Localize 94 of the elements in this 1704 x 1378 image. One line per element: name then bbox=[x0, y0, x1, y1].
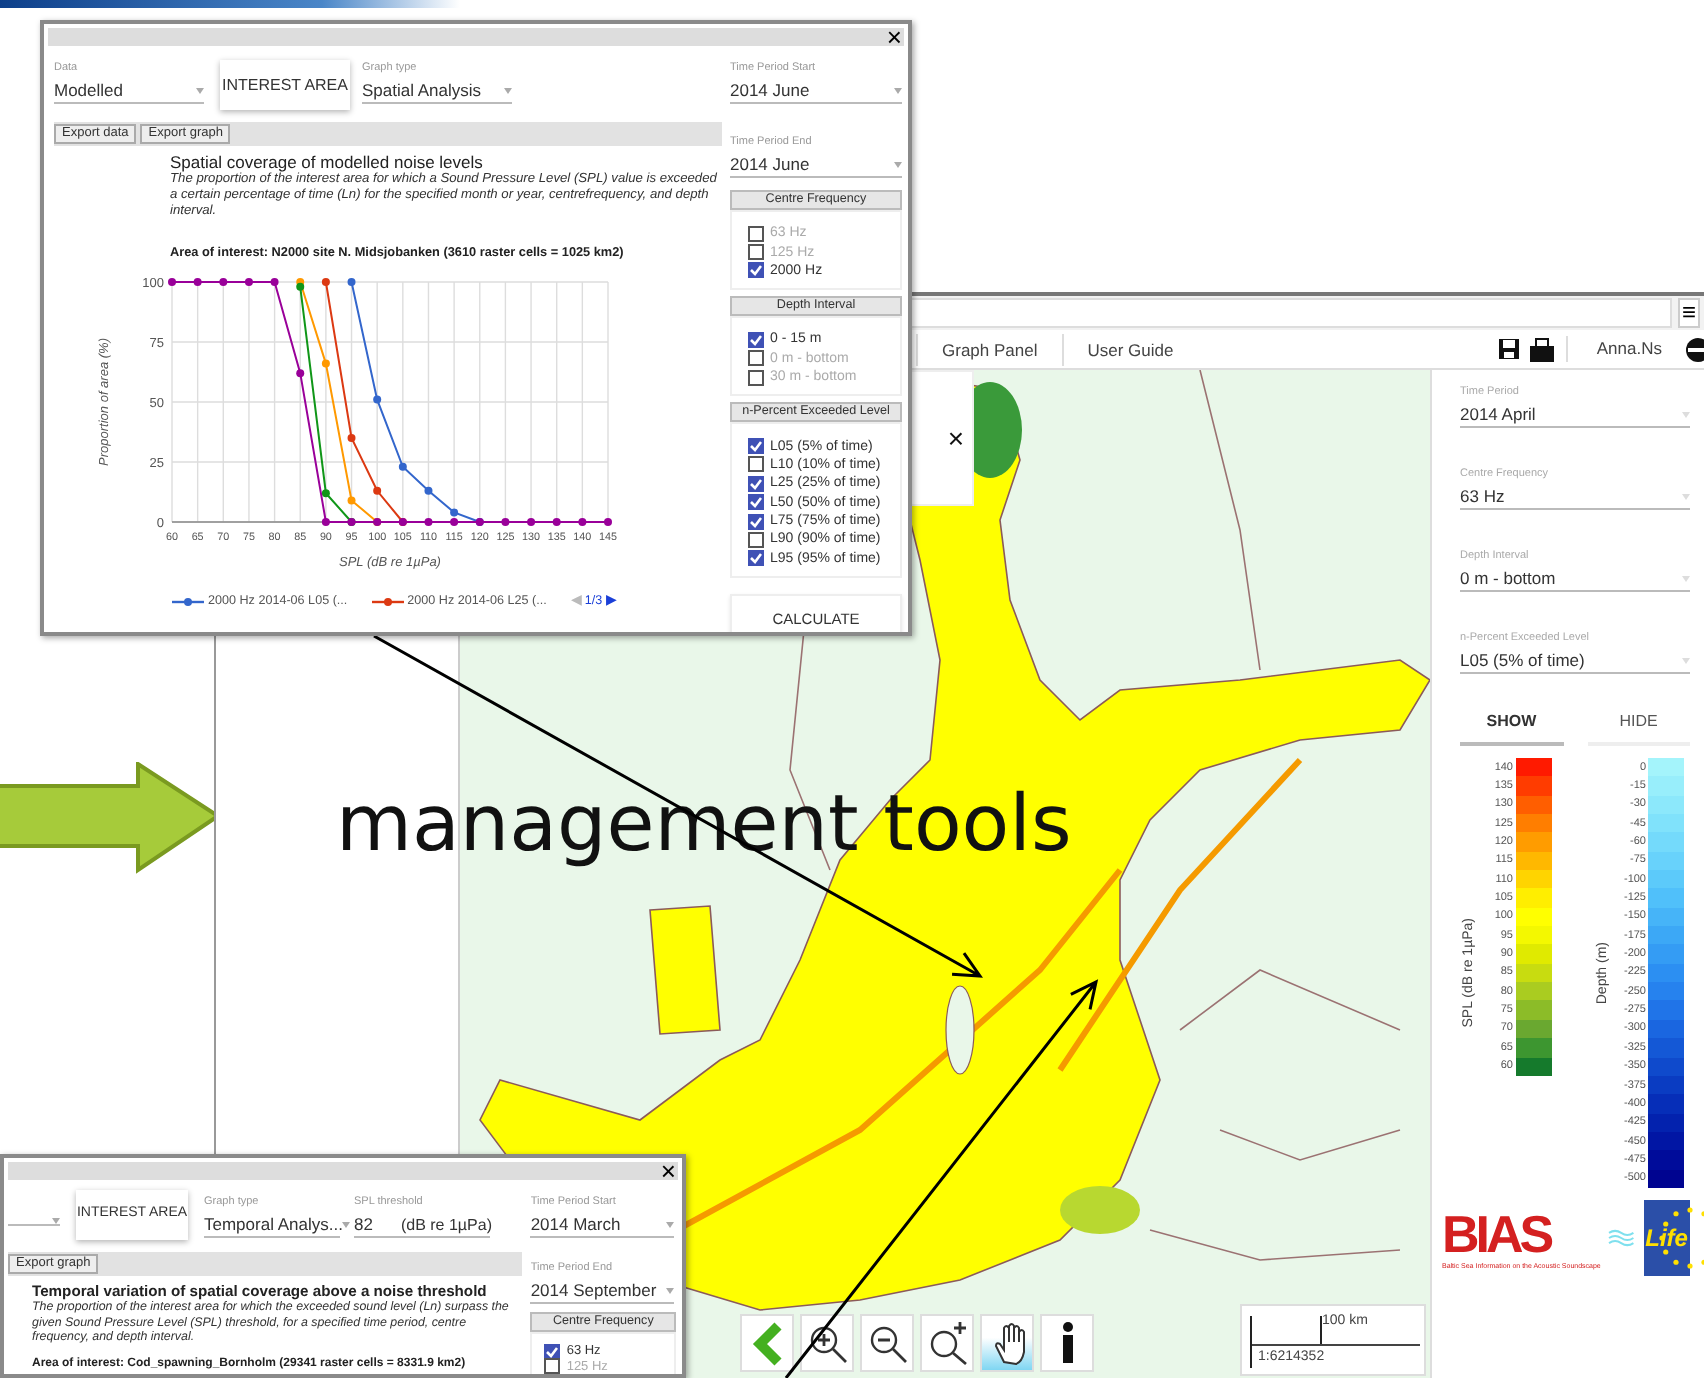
legend-marker bbox=[371, 595, 404, 608]
caret-icon bbox=[52, 1218, 60, 1224]
point bbox=[296, 368, 305, 377]
point bbox=[450, 517, 459, 526]
unit-label: (dB re 1µPa) bbox=[400, 1214, 492, 1236]
point bbox=[373, 486, 382, 495]
caret-icon bbox=[894, 88, 902, 94]
point bbox=[398, 462, 407, 471]
pan-button[interactable] bbox=[980, 1314, 1034, 1372]
dropdown[interactable]: 63 Hz bbox=[1460, 486, 1690, 510]
checkbox[interactable] bbox=[748, 550, 764, 567]
check-icon bbox=[750, 264, 762, 277]
dropdown[interactable]: Spatial Analysis bbox=[362, 80, 512, 104]
dropdown[interactable]: 2014 September bbox=[530, 1280, 675, 1304]
caret-icon bbox=[666, 1288, 675, 1294]
close-button[interactable]: × bbox=[658, 1162, 678, 1180]
point bbox=[604, 517, 612, 526]
point bbox=[168, 277, 176, 286]
dropdown[interactable]: 2014 June bbox=[730, 154, 902, 178]
caret-icon bbox=[1682, 658, 1690, 664]
close-button[interactable]: × bbox=[884, 28, 904, 46]
checkbox[interactable] bbox=[748, 531, 764, 548]
point bbox=[193, 277, 202, 286]
caret-icon bbox=[504, 88, 512, 94]
checkbox[interactable] bbox=[748, 262, 764, 279]
point bbox=[296, 282, 305, 291]
checkbox[interactable] bbox=[544, 1343, 561, 1360]
caret-icon bbox=[894, 162, 902, 168]
info-icon bbox=[1061, 1322, 1073, 1364]
checkbox[interactable] bbox=[748, 456, 764, 473]
checkbox[interactable] bbox=[748, 475, 764, 492]
point bbox=[270, 277, 279, 286]
point bbox=[373, 394, 382, 403]
dropdown[interactable]: 2014 June bbox=[730, 80, 902, 104]
nav-link[interactable]: Graph Panel bbox=[916, 333, 1062, 365]
point bbox=[424, 486, 433, 495]
zoom-in-icon bbox=[806, 1322, 848, 1364]
point bbox=[501, 517, 510, 526]
checkbox[interactable] bbox=[748, 494, 764, 511]
point bbox=[321, 517, 330, 526]
print-icon[interactable] bbox=[1530, 337, 1555, 361]
point bbox=[347, 277, 356, 286]
zoom-out-button[interactable] bbox=[860, 1314, 914, 1372]
tab[interactable]: HIDE bbox=[1587, 706, 1690, 746]
point bbox=[527, 517, 536, 526]
logo-text: Life bbox=[1645, 1221, 1688, 1256]
zoom-extent-button[interactable] bbox=[920, 1314, 974, 1372]
caret-icon bbox=[1682, 494, 1690, 500]
interest-area-button[interactable]: INTEREST AREA bbox=[220, 60, 350, 110]
point bbox=[321, 488, 330, 497]
search-field[interactable] bbox=[906, 298, 1672, 328]
point bbox=[321, 277, 330, 286]
caret-icon bbox=[1682, 412, 1690, 418]
zoom-extent-icon bbox=[926, 1321, 968, 1365]
caret-icon bbox=[196, 88, 204, 94]
check-icon bbox=[750, 333, 762, 346]
dropdown[interactable]: 2014 April bbox=[1460, 404, 1690, 428]
caret-icon bbox=[666, 1222, 675, 1228]
check-icon bbox=[546, 1345, 559, 1358]
legend-marker bbox=[172, 595, 204, 608]
check-icon bbox=[750, 552, 762, 565]
nav-link[interactable]: User Guide bbox=[1061, 333, 1198, 365]
dropdown[interactable]: 2014 March bbox=[530, 1214, 675, 1238]
point bbox=[244, 277, 253, 286]
dropdown[interactable]: Modelled bbox=[54, 80, 204, 104]
zoom-in-button[interactable] bbox=[800, 1314, 854, 1372]
checkbox[interactable] bbox=[748, 331, 764, 348]
checkbox[interactable] bbox=[748, 438, 764, 455]
close-button[interactable]: × bbox=[939, 372, 972, 504]
point bbox=[552, 517, 561, 526]
point bbox=[424, 517, 433, 526]
point bbox=[347, 495, 356, 504]
input-field[interactable]: 82 (dB re 1µPa) bbox=[354, 1214, 490, 1238]
back-icon bbox=[751, 1321, 783, 1365]
point bbox=[578, 517, 587, 526]
save-icon[interactable] bbox=[1498, 338, 1521, 360]
logo-text: BIAS bbox=[1442, 1205, 1552, 1262]
zoom-out-icon bbox=[866, 1322, 908, 1364]
dropdown[interactable]: 0 m - bottom bbox=[1460, 568, 1690, 592]
dropdown[interactable]: L05 (5% of time) bbox=[1460, 650, 1690, 674]
menu-button[interactable]: ≡ bbox=[1677, 298, 1700, 328]
point bbox=[219, 277, 228, 286]
dropdown[interactable]: Temporal Analys... bbox=[204, 1214, 340, 1238]
info-button[interactable] bbox=[1040, 1314, 1094, 1372]
chart-title: Spatial coverage of modelled noise levels bbox=[170, 154, 485, 172]
point bbox=[450, 507, 459, 516]
caret-icon bbox=[1682, 576, 1690, 582]
point bbox=[321, 358, 330, 367]
pan-icon bbox=[989, 1320, 1025, 1366]
check-icon bbox=[750, 440, 762, 453]
caret-icon bbox=[342, 1222, 351, 1228]
point bbox=[347, 433, 356, 442]
tab[interactable]: SHOW bbox=[1460, 706, 1563, 746]
checkbox[interactable] bbox=[748, 513, 764, 530]
